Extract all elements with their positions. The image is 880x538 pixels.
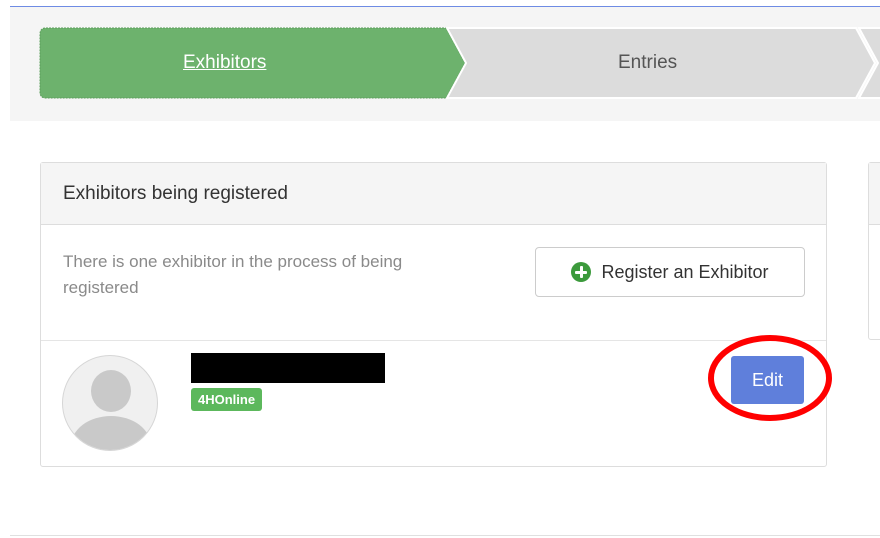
steps-arrows: [39, 27, 880, 99]
exhibitor-name-redacted: [191, 353, 385, 383]
register-exhibitor-label: Register an Exhibitor: [601, 261, 769, 282]
exhibitors-panel: Exhibitors being registered There is one…: [40, 162, 832, 467]
tab-entries[interactable]: Entries: [618, 52, 677, 74]
tab-exhibitors[interactable]: Exhibitors: [183, 52, 266, 74]
panel-title: Exhibitors being registered: [63, 183, 288, 204]
side-panel-header: [869, 163, 880, 225]
avatar-body: [71, 416, 151, 450]
edit-button[interactable]: Edit: [731, 356, 804, 404]
source-badge: 4HOnline: [191, 388, 263, 411]
user-avatar-icon: [62, 355, 158, 451]
page: Exhibitors Entries Exhibitors being regi…: [0, 0, 880, 538]
panel-header: Exhibitors being registered: [41, 163, 826, 225]
plus-circle-icon: [571, 262, 592, 282]
divider: [41, 340, 826, 341]
steps-bar: Exhibitors Entries: [10, 7, 880, 121]
registration-info-text: There is one exhibitor in the process of…: [63, 252, 403, 297]
side-panel: [868, 162, 880, 340]
register-exhibitor-button[interactable]: Register an Exhibitor: [535, 247, 805, 297]
bottom-divider: [10, 535, 880, 536]
avatar-head: [91, 370, 131, 412]
